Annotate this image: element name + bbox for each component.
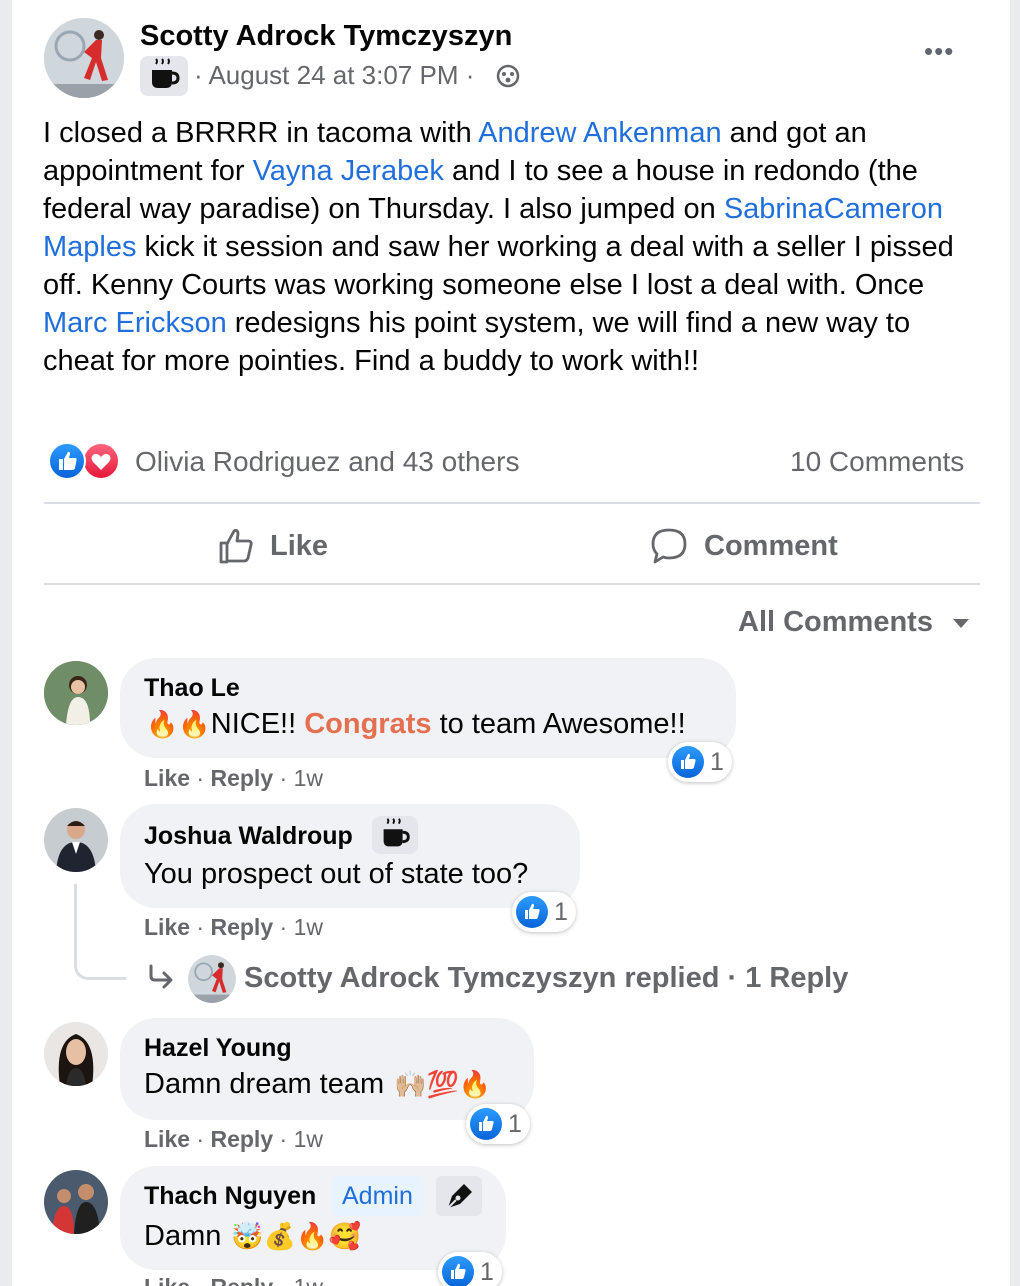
comment-text-part: Damn xyxy=(144,1220,222,1252)
author-name[interactable]: Scotty Adrock Tymczyszyn xyxy=(140,20,512,53)
reactions-summary[interactable]: Olivia Rodriguez and 43 others xyxy=(135,446,519,478)
comment-text: 🔥🔥 NICE!! Congrats to team Awesome!! xyxy=(146,708,686,741)
thread-line xyxy=(74,884,126,980)
comment-author[interactable]: Thao Le xyxy=(144,674,240,703)
mention-link[interactable]: Vayna Jerabek xyxy=(253,155,444,187)
like-reaction-icon xyxy=(516,896,548,928)
comment-actions: Like · Reply · 1w xyxy=(144,1274,323,1286)
post-meta[interactable]: · August 24 at 3:07 PM · xyxy=(194,60,474,91)
comment-button[interactable]: Comment xyxy=(650,524,838,568)
comment-text: You prospect out of state too? xyxy=(144,858,529,890)
coffee-badge-icon xyxy=(372,816,418,854)
post-card: Scotty Adrock Tymczyszyn · August 24 at … xyxy=(12,0,1010,1286)
reaction-count: 1 xyxy=(554,897,568,926)
comment-text-part: NICE!! xyxy=(210,708,305,740)
comment-reaction-count[interactable]: 1 xyxy=(512,892,576,932)
view-replies-link[interactable]: Scotty Adrock Tymczyszyn replied · 1 Rep… xyxy=(244,962,848,995)
comment-timestamp[interactable]: 1w xyxy=(294,1274,323,1286)
comment-like-link[interactable]: Like xyxy=(144,914,190,940)
audience-group-icon xyxy=(496,64,520,88)
avatar[interactable] xyxy=(44,661,108,725)
author-avatar[interactable] xyxy=(44,18,124,98)
comment-like-link[interactable]: Like xyxy=(144,1126,190,1152)
thumbs-up-icon xyxy=(219,529,253,564)
comment-reply-link[interactable]: Reply xyxy=(210,1274,273,1286)
comment-reply-link[interactable]: Reply xyxy=(210,765,273,791)
comment-timestamp[interactable]: 1w xyxy=(294,765,323,791)
comment-text: Damn dream team 🙌🏼💯🔥 xyxy=(144,1068,491,1101)
comments-count[interactable]: 10 Comments xyxy=(790,446,964,478)
comment-bubble xyxy=(120,804,580,908)
like-button[interactable]: Like xyxy=(216,524,328,568)
post-text: I closed a BRRRR in tacoma with xyxy=(43,117,479,149)
mention-link[interactable]: Marc Erickson xyxy=(43,307,227,339)
reaction-count: 1 xyxy=(480,1257,494,1286)
comment-reply-link[interactable]: Reply xyxy=(210,1126,273,1152)
comment-author[interactable]: Joshua Waldroup xyxy=(144,822,353,851)
divider xyxy=(44,583,980,585)
more-icon[interactable]: ••• xyxy=(924,36,954,67)
mention-link[interactable]: Andrew Ankenman xyxy=(478,117,721,149)
comment-timestamp[interactable]: 1w xyxy=(294,914,323,940)
avatar[interactable] xyxy=(44,1170,108,1234)
reaction-count: 1 xyxy=(508,1109,522,1138)
admin-badge: Admin xyxy=(332,1176,423,1216)
comment-reaction-count[interactable]: 1 xyxy=(466,1104,530,1144)
avatar[interactable] xyxy=(188,955,236,1003)
comment-sort-label: All Comments xyxy=(738,606,933,638)
comment-icon xyxy=(651,528,687,564)
comment-author[interactable]: Hazel Young xyxy=(144,1034,292,1063)
comment-text: Damn 🤯💰🔥🥰 xyxy=(144,1220,361,1253)
like-reaction-icon xyxy=(470,1108,502,1140)
avatar[interactable] xyxy=(44,1022,108,1086)
like-reaction-icon[interactable] xyxy=(48,442,86,480)
avatar[interactable] xyxy=(44,808,108,872)
comment-like-link[interactable]: Like xyxy=(144,1274,190,1286)
comment-actions: Like · Reply · 1w xyxy=(144,1126,323,1152)
comment-reply-link[interactable]: Reply xyxy=(210,914,273,940)
coffee-badge-icon xyxy=(140,56,188,96)
pen-icon xyxy=(436,1176,482,1216)
comment-emoji: 🤯💰🔥🥰 xyxy=(231,1221,361,1252)
comment-reaction-count[interactable]: 1 xyxy=(438,1252,502,1286)
comment-timestamp[interactable]: 1w xyxy=(294,1126,323,1152)
like-reaction-icon xyxy=(442,1256,474,1286)
comment-author[interactable]: Thach Nguyen xyxy=(144,1182,316,1211)
reaction-count: 1 xyxy=(710,747,724,776)
post-text: kick it session and saw her working a de… xyxy=(43,231,954,301)
comment-text-part: Damn dream team xyxy=(144,1068,385,1100)
love-reaction-icon[interactable] xyxy=(82,442,120,480)
fire-icon: 🔥🔥 xyxy=(146,709,211,740)
comment-text-part: to team Awesome!! xyxy=(431,708,686,740)
comment-like-link[interactable]: Like xyxy=(144,765,190,791)
like-reaction-icon xyxy=(672,746,704,778)
comment-actions: Like · Reply · 1w xyxy=(144,914,323,940)
reply-arrow-icon xyxy=(146,962,176,997)
like-button-label: Like xyxy=(270,529,329,562)
comment-sort-dropdown[interactable]: All Comments xyxy=(738,606,971,639)
post-body: I closed a BRRRR in tacoma with Andrew A… xyxy=(43,114,988,380)
caret-down-icon xyxy=(952,618,969,628)
comment-text-highlight: Congrats xyxy=(304,708,432,740)
comment-button-label: Comment xyxy=(704,529,838,562)
admin-badge-label: Admin xyxy=(342,1181,413,1210)
divider xyxy=(44,502,980,504)
comment-actions: Like · Reply · 1w xyxy=(144,765,323,791)
comment-emoji: 🙌🏼💯🔥 xyxy=(394,1069,492,1100)
comment-reaction-count[interactable]: 1 xyxy=(668,742,732,782)
